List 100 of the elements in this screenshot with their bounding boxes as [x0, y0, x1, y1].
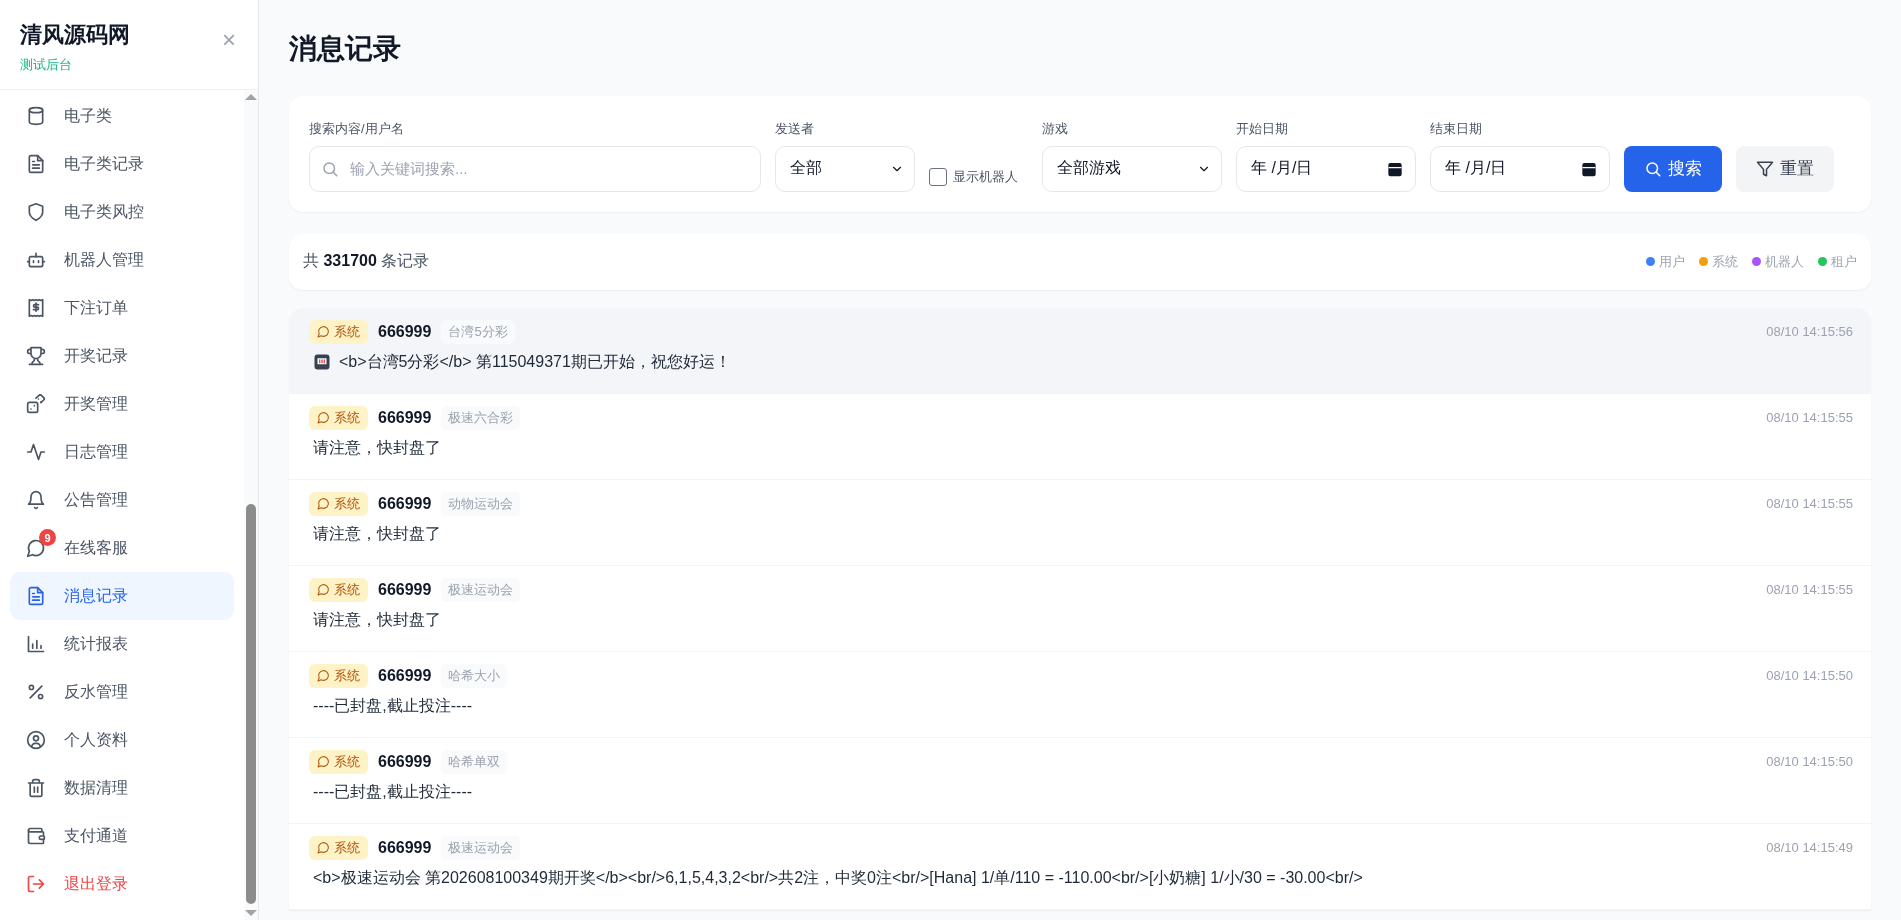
chat-icon [317, 325, 330, 339]
timestamp: 08/10 14:15:49 [1766, 840, 1853, 856]
message-row[interactable]: 系统 666999 极速运动会 08/10 14:15:55 请注意，快封盘了 [289, 565, 1871, 652]
brand-title: 清风源码网 [20, 21, 130, 49]
field-label: 发送者 [775, 119, 815, 138]
scrollbar[interactable] [244, 90, 258, 920]
message-row[interactable]: 系统 666999 动物运动会 08/10 14:15:55 请注意，快封盘了 [289, 479, 1871, 566]
sidebar-item[interactable]: 9 在线客服 [10, 524, 234, 572]
sidebar-item[interactable]: 数据清理 [10, 764, 234, 812]
chat-icon [317, 841, 330, 855]
sidebar-item[interactable]: 反水管理 [10, 668, 234, 716]
sender-badge: 系统 [309, 835, 368, 860]
game-tag: 哈希单双 [441, 749, 508, 774]
timestamp: 08/10 14:15:55 [1766, 410, 1853, 426]
robot-icon [26, 250, 46, 270]
search-icon [1644, 159, 1662, 178]
message-text: 请注意，快封盘了 [313, 609, 441, 630]
checkbox[interactable] [929, 167, 947, 186]
search-field[interactable]: 输入关键词搜索... [309, 145, 761, 192]
reset-button[interactable]: 重置 [1736, 145, 1834, 192]
sidebar-item[interactable]: 电子类 [10, 92, 234, 140]
document-icon [26, 154, 46, 174]
legend-label: 用户 [1659, 252, 1685, 271]
timestamp: 08/10 14:15:55 [1766, 582, 1853, 598]
dice-icon [26, 394, 46, 414]
sidebar-item[interactable]: 公告管理 [10, 476, 234, 524]
shield-icon [26, 202, 46, 222]
sidebar-item[interactable]: 日志管理 [10, 428, 234, 476]
database-icon [26, 106, 46, 126]
sidebar-item[interactable]: 统计报表 [10, 620, 234, 668]
timestamp: 08/10 14:15:50 [1766, 754, 1853, 770]
legend-label: 租户 [1831, 252, 1857, 271]
message-text: <b>台湾5分彩</b> 第115049371期已开始，祝您好运！ [339, 351, 731, 372]
wallet-icon [26, 826, 46, 846]
game-tag: 动物运动会 [441, 491, 521, 516]
message-row[interactable]: 系统 666999 极速运动会 08/10 14:15:49 <b>极速运动会 第202608100349期开奖</b><br/>6,1,5,4,3,2<br/>共2注，中奖0注<br/>[Hana] 1/单/110 = -110.00<br/>[小奶糖] 1/小/30 = -30.00<br/> [289, 823, 1871, 910]
chat-icon [317, 497, 330, 511]
message-text: ----已封盘,截止投注---- [313, 695, 473, 716]
bell-icon [26, 490, 46, 510]
username: 666999 [378, 666, 432, 685]
count-badge: 9 [39, 529, 56, 546]
document-icon [26, 586, 46, 606]
logout-icon [26, 874, 46, 894]
game-tag: 台湾5分彩 [441, 319, 515, 344]
chat-icon [26, 538, 46, 558]
trophy-icon [26, 346, 46, 366]
sidebar-item[interactable]: 电子类记录 [10, 140, 234, 188]
sidebar-item[interactable]: 个人资料 [10, 716, 234, 764]
chat-icon [317, 669, 330, 683]
game-dropdown[interactable]: 全部游戏 [1042, 145, 1222, 192]
username: 666999 [378, 408, 432, 427]
brand-subtitle: 测试后台 [20, 56, 73, 74]
username: 666999 [378, 752, 432, 771]
username: 666999 [378, 494, 432, 513]
sidebar-item[interactable]: 机器人管理 [10, 236, 234, 284]
legend-label: 系统 [1712, 252, 1738, 271]
receipt-icon [26, 298, 46, 318]
sender-badge: 系统 [309, 405, 368, 430]
sender-badge: 系统 [309, 319, 368, 344]
game-tag: 极速六合彩 [441, 405, 521, 430]
chat-icon [317, 411, 330, 425]
message-row[interactable]: 系统 666999 哈希单双 08/10 14:15:50 ----已封盘,截止投注---- [289, 737, 1871, 824]
sidebar-item[interactable]: 电子类风控 [10, 188, 234, 236]
timestamp: 08/10 14:15:55 [1766, 496, 1853, 512]
sidebar-item[interactable]: 退出登录 [10, 860, 234, 908]
calendar-icon [1387, 160, 1403, 177]
bar-chart-icon [26, 634, 46, 654]
sender-badge: 系统 [309, 491, 368, 516]
username: 666999 [378, 838, 432, 857]
game-tag: 极速运动会 [441, 577, 521, 602]
percent-icon [26, 682, 46, 702]
game-tag: 极速运动会 [441, 835, 521, 860]
sender-badge: 系统 [309, 663, 368, 688]
message-row[interactable]: 系统 666999 极速六合彩 08/10 14:15:55 请注意，快封盘了 [289, 393, 1871, 480]
message-row[interactable]: 系统 666999 哈希大小 08/10 14:15:50 ----已封盘,截止投注---- [289, 651, 1871, 738]
record-count: 共 331700 条记录 [303, 251, 430, 272]
sidebar-item[interactable]: 支付通道 [10, 812, 234, 860]
message-text: ----已封盘,截止投注---- [313, 781, 473, 802]
sender-dropdown[interactable]: 全部 [775, 145, 915, 192]
field-label: 开始日期 [1236, 119, 1289, 138]
field-label: 结束日期 [1430, 119, 1483, 138]
sidebar-item[interactable]: 开奖记录 [10, 332, 234, 380]
sidebar-item[interactable]: 下注订单 [10, 284, 234, 332]
activity-icon [26, 442, 46, 462]
timestamp: 08/10 14:15:56 [1766, 324, 1853, 340]
date-field[interactable]: 年 /月/日 [1236, 145, 1416, 192]
sender-badge: 系统 [309, 749, 368, 774]
date-field[interactable]: 年 /月/日 [1430, 145, 1610, 192]
search-button[interactable]: 搜索 [1624, 145, 1722, 192]
timestamp: 08/10 14:15:50 [1766, 668, 1853, 684]
message-text: 请注意，快封盘了 [313, 523, 441, 544]
field-label: 游戏 [1042, 119, 1069, 138]
chat-icon [317, 583, 330, 597]
field-label: 搜索内容/用户名 [309, 119, 405, 138]
legend-label: 机器人 [1765, 252, 1804, 271]
game-tag: 哈希大小 [441, 663, 508, 688]
message-row[interactable]: 系统 666999 台湾5分彩 08/10 14:15:56 <b>台湾5分彩</b> 第115049371期已开始，祝您好运！ [289, 307, 1871, 394]
sidebar-item[interactable]: 开奖管理 [10, 380, 234, 428]
sidebar-item[interactable]: 消息记录 [10, 572, 234, 620]
page-title: 消息记录 [289, 32, 402, 66]
